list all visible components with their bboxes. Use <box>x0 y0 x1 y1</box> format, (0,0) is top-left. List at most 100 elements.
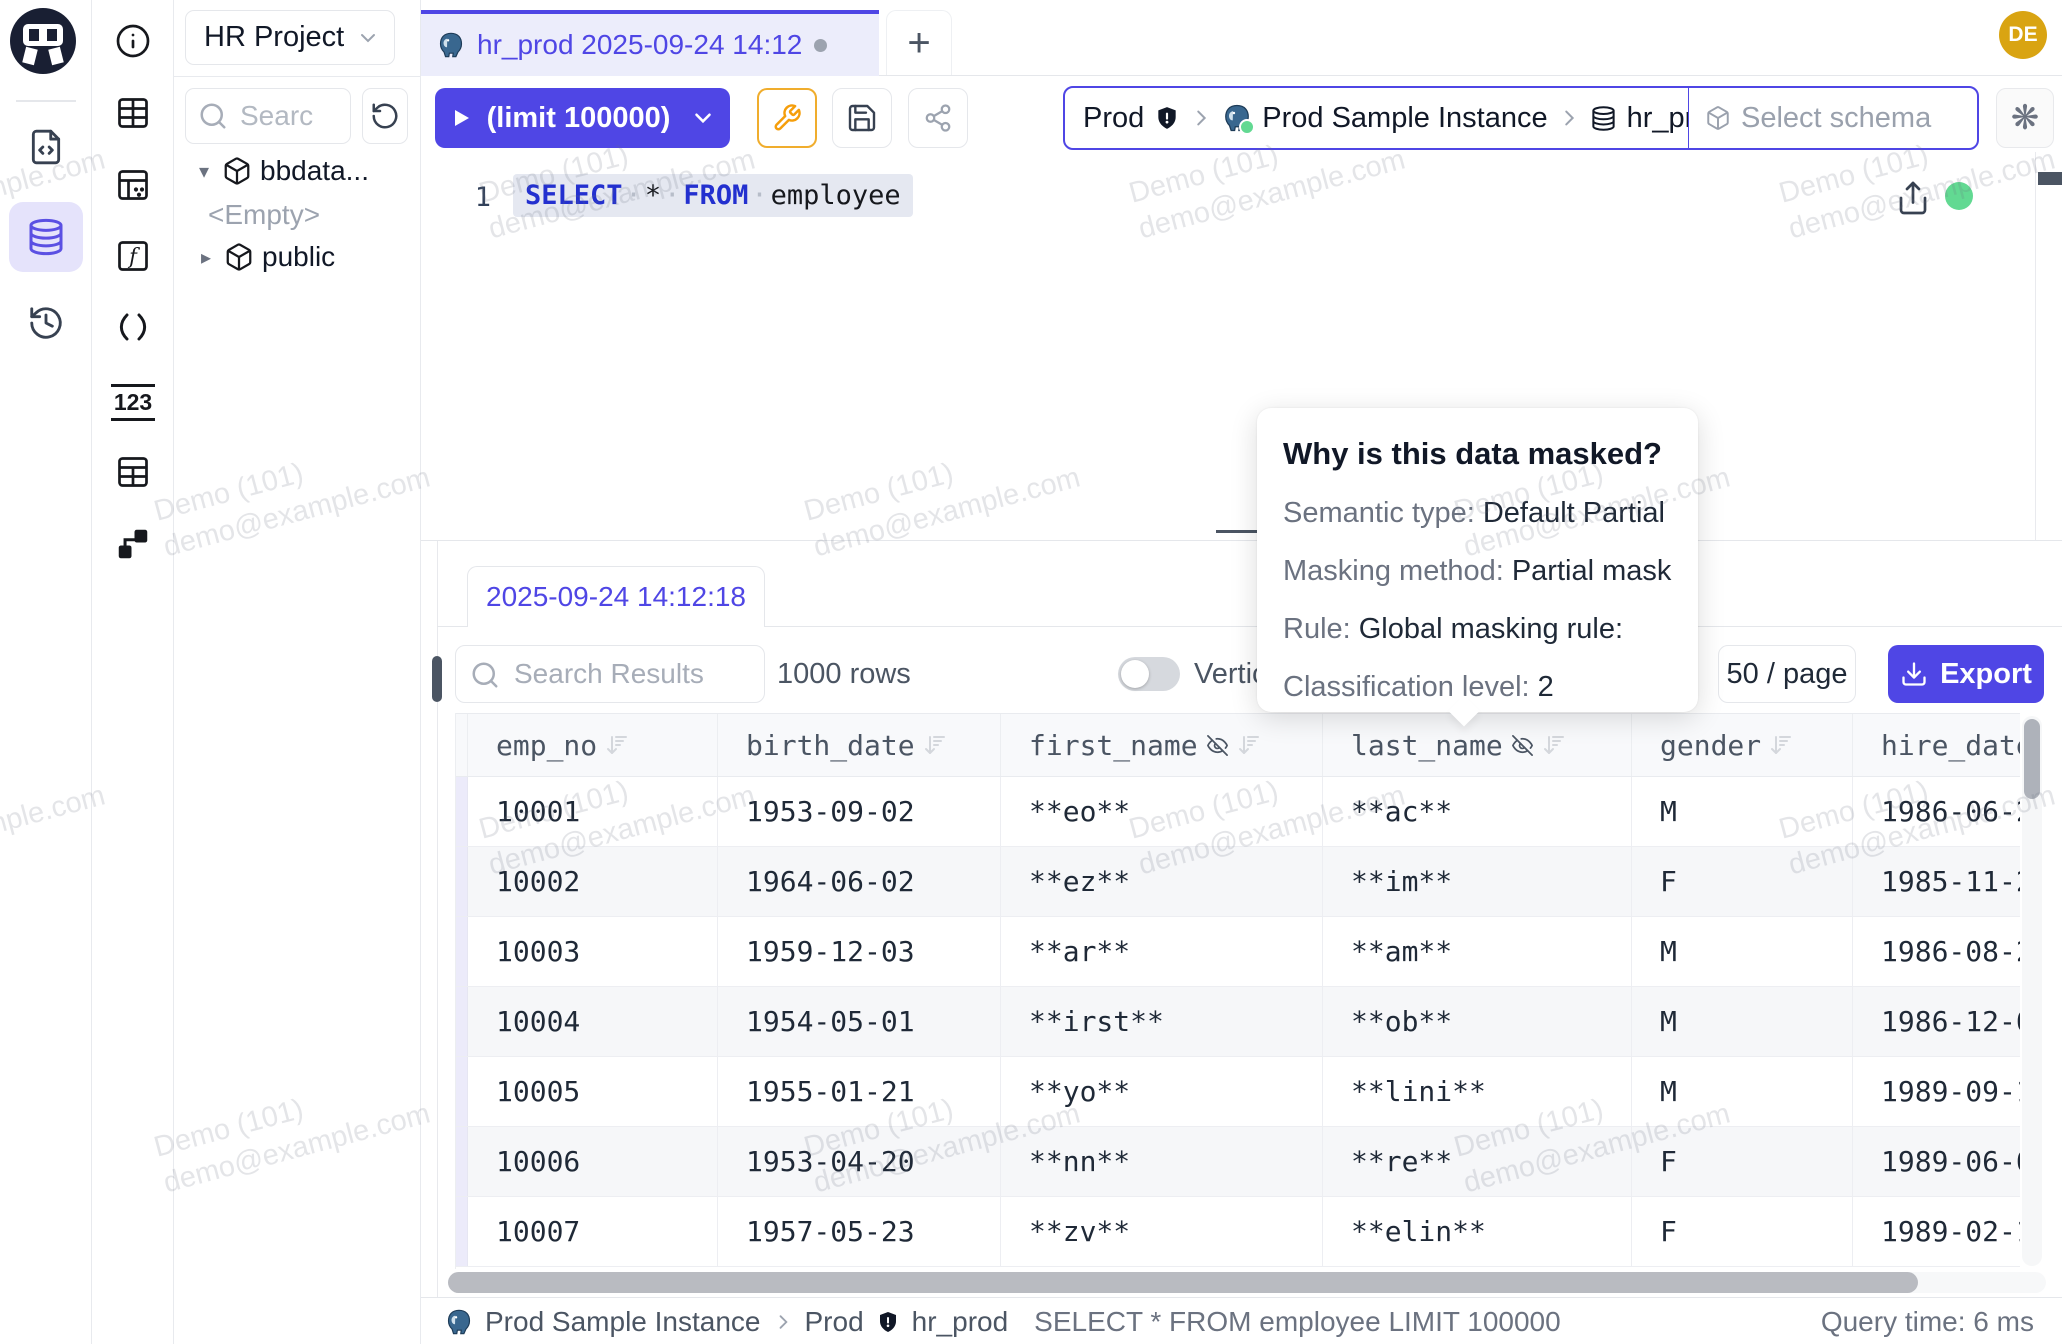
run-query-button[interactable]: (limit 100000) <box>435 88 730 148</box>
table-cell[interactable]: 1955-01-21 <box>718 1057 1001 1126</box>
sidebar-search-input[interactable] <box>238 91 348 141</box>
database-nav-button[interactable] <box>9 202 83 272</box>
box-icon <box>1705 105 1731 131</box>
table-cell[interactable]: 10003 <box>468 917 718 986</box>
tables-rail-button[interactable] <box>111 91 155 135</box>
functions-rail-button[interactable]: f <box>111 234 155 278</box>
table-cell[interactable]: F <box>1632 1127 1853 1196</box>
table-cell[interactable]: **ez** <box>1001 847 1323 916</box>
result-set-tab[interactable]: 2025-09-24 14:12:18 <box>467 566 765 627</box>
table-cell[interactable]: **nn** <box>1001 1127 1323 1196</box>
table-cell[interactable]: 1986-06-2 <box>1853 777 2020 846</box>
status-bar: Prod Sample Instance Prod hr_prod SELECT… <box>421 1297 2062 1344</box>
table-cell[interactable]: 10002 <box>468 847 718 916</box>
vertical-display-toggle[interactable] <box>1118 657 1180 691</box>
table-cell[interactable]: 1959-12-03 <box>718 917 1001 986</box>
table-cell[interactable]: 10007 <box>468 1197 718 1266</box>
save-sheet-button[interactable] <box>832 88 892 148</box>
editor-tab-active[interactable]: hr_prod 2025-09-24 14:12 <box>421 10 879 76</box>
tree-item-empty: <Empty> <box>208 196 320 234</box>
external-tables-rail-button[interactable] <box>111 163 155 207</box>
worksheet-nav-button[interactable] <box>10 116 82 178</box>
avatar[interactable]: DE <box>1999 11 2047 59</box>
share-sheet-button[interactable] <box>908 88 968 148</box>
table-cell[interactable]: **lini** <box>1323 1057 1632 1126</box>
table-cell[interactable]: F <box>1632 1197 1853 1266</box>
plus-icon: + <box>907 21 930 66</box>
results-divider-handle[interactable] <box>432 656 442 702</box>
table-cell[interactable]: 10005 <box>468 1057 718 1126</box>
schema-diagram-rail-button[interactable] <box>111 522 155 566</box>
format-sql-button[interactable] <box>757 88 817 148</box>
sort-icon[interactable] <box>923 733 947 757</box>
table-cell[interactable]: 1954-05-01 <box>718 987 1001 1056</box>
refresh-button[interactable] <box>362 88 408 144</box>
column-header-emp_no[interactable]: emp_no <box>468 714 718 776</box>
table-cell[interactable]: 10001 <box>468 777 718 846</box>
table-cell[interactable]: **eo** <box>1001 777 1323 846</box>
vertical-scroll-thumb[interactable] <box>2024 719 2040 799</box>
column-header-hire_date[interactable]: hire_date <box>1853 714 2020 776</box>
column-header-last_name[interactable]: last_name <box>1323 714 1632 776</box>
sql-editor[interactable]: 1 SELECT·*·FROM·employee <box>421 152 2062 540</box>
table-cell[interactable]: 1989-09-1 <box>1853 1057 2020 1126</box>
info-rail-button[interactable] <box>111 19 155 63</box>
sequences-rail-button[interactable]: 123 <box>111 380 155 424</box>
table-cell[interactable]: M <box>1632 987 1853 1056</box>
table-cell[interactable]: 1953-04-20 <box>718 1127 1001 1196</box>
table-cell[interactable]: 1985-11-2 <box>1853 847 2020 916</box>
table-cell[interactable]: M <box>1632 917 1853 986</box>
table-cell[interactable]: 1964-06-02 <box>718 847 1001 916</box>
column-header-birth_date[interactable]: birth_date <box>718 714 1001 776</box>
table-row: 100021964-06-02**ez****im**F1985-11-2 <box>456 847 2020 917</box>
table-cell[interactable]: 10004 <box>468 987 718 1056</box>
table-cell[interactable]: 1986-12-0 <box>1853 987 2020 1056</box>
ai-assistant-button[interactable]: ❋ <box>1996 88 2054 148</box>
table-cell[interactable]: **im** <box>1323 847 1632 916</box>
table-cell[interactable]: 1953-09-02 <box>718 777 1001 846</box>
table-cell[interactable]: 10006 <box>468 1127 718 1196</box>
table-cell[interactable]: **ac** <box>1323 777 1632 846</box>
schema-selector[interactable]: Select schema <box>1688 88 1977 148</box>
table-cell[interactable]: **irst** <box>1001 987 1323 1056</box>
bytebase-logo[interactable] <box>10 8 76 74</box>
results-search-input[interactable] <box>512 648 756 700</box>
views-rail-button[interactable] <box>111 450 155 494</box>
history-nav-button[interactable] <box>10 292 82 354</box>
editor-minimap-slider[interactable] <box>2038 172 2062 185</box>
table-cell[interactable]: **elin** <box>1323 1197 1632 1266</box>
table-cell[interactable]: **am** <box>1323 917 1632 986</box>
upload-share-icon[interactable] <box>1895 180 1931 216</box>
new-tab-button[interactable]: + <box>886 10 952 75</box>
eye-off-icon[interactable] <box>1511 734 1534 757</box>
table-cell[interactable]: **yo** <box>1001 1057 1323 1126</box>
shield-icon <box>876 1310 900 1334</box>
sort-icon[interactable] <box>1769 733 1793 757</box>
export-button[interactable]: Export <box>1888 645 2044 703</box>
project-selector[interactable]: HR Project <box>185 10 395 65</box>
procedures-rail-button[interactable] <box>111 305 155 349</box>
table-cell[interactable]: F <box>1632 847 1853 916</box>
tree-item-schema-bbdata[interactable]: ▾ bbdata... <box>194 150 369 192</box>
table-cell[interactable]: **re** <box>1323 1127 1632 1196</box>
table-cell[interactable]: M <box>1632 777 1853 846</box>
tree-item-schema-public[interactable]: ▸ public <box>196 236 335 278</box>
sort-icon[interactable] <box>1237 733 1261 757</box>
horizontal-scroll-thumb[interactable] <box>448 1272 1918 1293</box>
eye-off-icon[interactable] <box>1206 734 1229 757</box>
page-size-selector[interactable]: 50 / page <box>1718 645 1856 703</box>
table-cell[interactable]: 1989-02-1 <box>1853 1197 2020 1266</box>
sort-icon[interactable] <box>1542 733 1566 757</box>
table-cell[interactable]: 1989-06-0 <box>1853 1127 2020 1196</box>
column-header-gender[interactable]: gender <box>1632 714 1853 776</box>
table-cell[interactable]: 1986-08-2 <box>1853 917 2020 986</box>
tree-item-label: bbdata... <box>260 155 369 187</box>
table-cell[interactable]: M <box>1632 1057 1853 1126</box>
connection-breadcrumb[interactable]: Prod Prod Sample Instance <box>1063 86 1979 150</box>
table-cell[interactable]: **zv** <box>1001 1197 1323 1266</box>
table-cell[interactable]: **ob** <box>1323 987 1632 1056</box>
table-cell[interactable]: **ar** <box>1001 917 1323 986</box>
column-header-first_name[interactable]: first_name <box>1001 714 1323 776</box>
sort-icon[interactable] <box>605 733 629 757</box>
table-cell[interactable]: 1957-05-23 <box>718 1197 1001 1266</box>
